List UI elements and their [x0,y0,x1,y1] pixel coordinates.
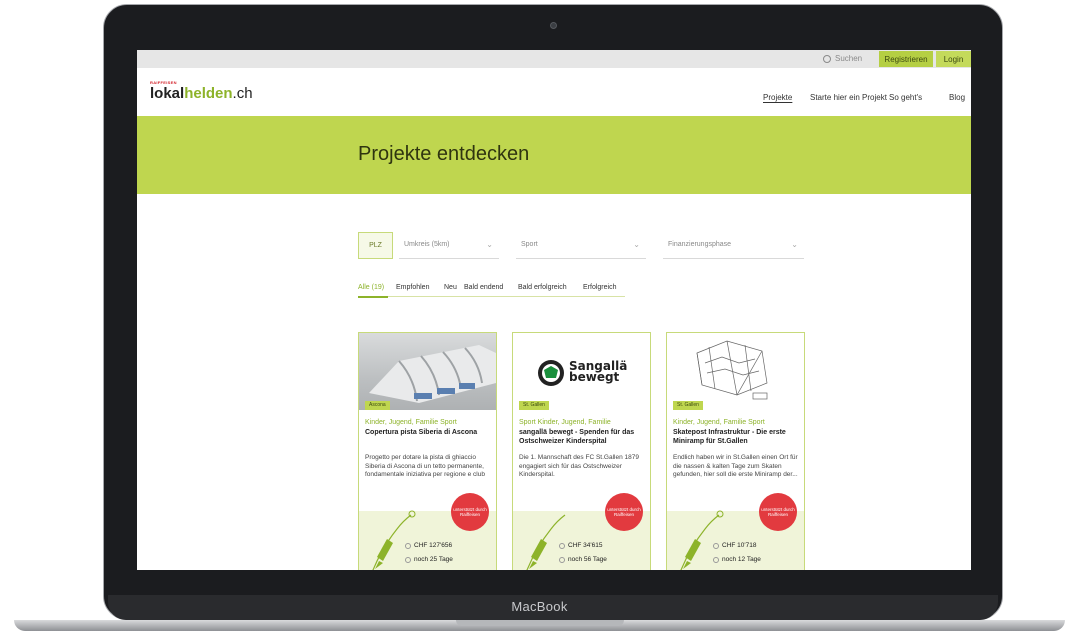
utility-bar: Suchen Registrieren Login [137,50,971,68]
project-card[interactable]: Sangallä bewegt St. Gallen Sport Kinder,… [512,332,651,570]
nav-starte-projekt[interactable]: Starte hier ein Projekt [810,93,887,102]
card-title[interactable]: Copertura pista Siberia di Ascona [365,429,492,438]
location-tag: Ascona [365,401,390,410]
tab-bald-endend[interactable]: Bald endend [464,284,503,291]
radius-select[interactable]: Umkreis (5km) ⌄ [399,232,499,259]
project-image [359,333,496,410]
search-icon [823,54,831,63]
skatepark-sketch-image [696,340,768,400]
funding-amount: CHF 127'656 [405,542,452,549]
card-title[interactable]: sangallä bewegt - Spenden für das Ostsch… [519,429,646,446]
card-description: Endlich haben wir in St.Gallen einen Ort… [673,454,798,478]
clock-icon [559,556,565,563]
sangalla-logo-line-2: bewegt [569,370,620,384]
card-title[interactable]: Skatepost Infrastruktur - Die erste Mini… [673,429,800,446]
raiffeisen-badge: unterstützt durch Raiffeisen [605,493,643,531]
days-value: noch 56 Tage [568,556,607,563]
camera-icon [550,22,557,29]
card-category: Kinder, Jugend, Familie Sport [365,419,457,426]
filter-tabs: Alle (19) Empfohlen Neu Bald endend Bald… [358,282,625,297]
device-brand: MacBook [511,599,568,614]
tab-alle[interactable]: Alle (19) [358,284,384,291]
sangalla-logo-text: Sangallä bewegt [569,360,627,384]
tab-erfolgreich[interactable]: Erfolgreich [583,284,616,291]
project-image [667,333,804,410]
clock-icon [713,556,719,563]
tab-empfohlen[interactable]: Empfohlen [396,284,429,291]
funding-amount: CHF 34'615 [559,542,602,549]
raiffeisen-badge: unterstützt durch Raiffeisen [759,493,797,531]
tab-bald-erfolgreich[interactable]: Bald erfolgreich [518,284,567,291]
days-left: noch 56 Tage [559,556,607,563]
days-value: noch 25 Tage [414,556,453,563]
site-header: RAIFFEISEN lokalhelden.ch Projekte Start… [137,68,971,116]
page-title: Projekte entdecken [358,143,530,165]
plz-input[interactable]: PLZ [358,232,393,259]
progress-ring-icon [713,542,719,549]
amount-value: CHF 34'615 [568,542,603,549]
hero-banner: Projekte entdecken [137,116,971,194]
clock-icon [405,556,411,563]
nav-so-gehts[interactable]: So geht's [889,93,922,102]
category-select-value: Sport [521,241,538,248]
card-category: Kinder, Jugend, Familie Sport [673,419,765,426]
category-select[interactable]: Sport ⌄ [516,232,646,259]
logo-tld: .ch [232,85,253,102]
active-tab-indicator [358,296,388,298]
card-category: Sport Kinder, Jugend, Familie [519,419,611,426]
chevron-down-icon: ⌄ [791,240,798,249]
browser-screen: Suchen Registrieren Login RAIFFEISEN lok… [137,50,971,570]
search-link[interactable]: Suchen [823,54,862,63]
progress-ring-icon [405,542,411,549]
location-tag: St. Gallen [673,401,703,410]
site-logo[interactable]: lokalhelden.ch [150,85,253,102]
nav-blog[interactable]: Blog [949,93,965,102]
ice-rink-roof-image [369,345,496,403]
card-description: Progetto per dotare la pista di ghiaccio… [365,454,485,478]
phase-select-value: Finanzierungsphase [668,241,732,248]
raiffeisen-badge: unterstützt durch Raiffeisen [451,493,489,531]
days-left: noch 12 Tage [713,556,761,563]
chevron-down-icon: ⌄ [486,240,493,249]
progress-ring-icon [559,542,565,549]
project-card[interactable]: Ascona Kinder, Jugend, Familie Sport Cop… [358,332,497,570]
login-button[interactable]: Login [936,51,971,67]
card-description: Die 1. Mannschaft des FC St.Gallen 1879 … [519,454,639,478]
logo-part-2: helden [184,85,233,102]
location-tag: St. Gallen [519,401,549,410]
funding-amount: CHF 10'718 [713,542,756,549]
chevron-down-icon: ⌄ [633,240,640,249]
tab-neu[interactable]: Neu [444,284,457,291]
days-left: noch 25 Tage [405,556,453,563]
search-label: Suchen [835,54,863,63]
project-image: Sangallä bewegt [513,333,650,410]
nav-projekte[interactable]: Projekte [763,93,792,102]
days-value: noch 12 Tage [722,556,761,563]
phase-select[interactable]: Finanzierungsphase ⌄ [663,232,804,259]
laptop-base-notch [456,620,624,626]
amount-value: CHF 127'656 [414,542,453,549]
project-card[interactable]: St. Gallen Kinder, Jugend, Familie Sport… [666,332,805,570]
radius-select-value: Umkreis (5km) [404,241,450,248]
logo-part-1: lokal [150,85,185,102]
register-button[interactable]: Registrieren [879,51,933,67]
amount-value: CHF 10'718 [722,542,757,549]
